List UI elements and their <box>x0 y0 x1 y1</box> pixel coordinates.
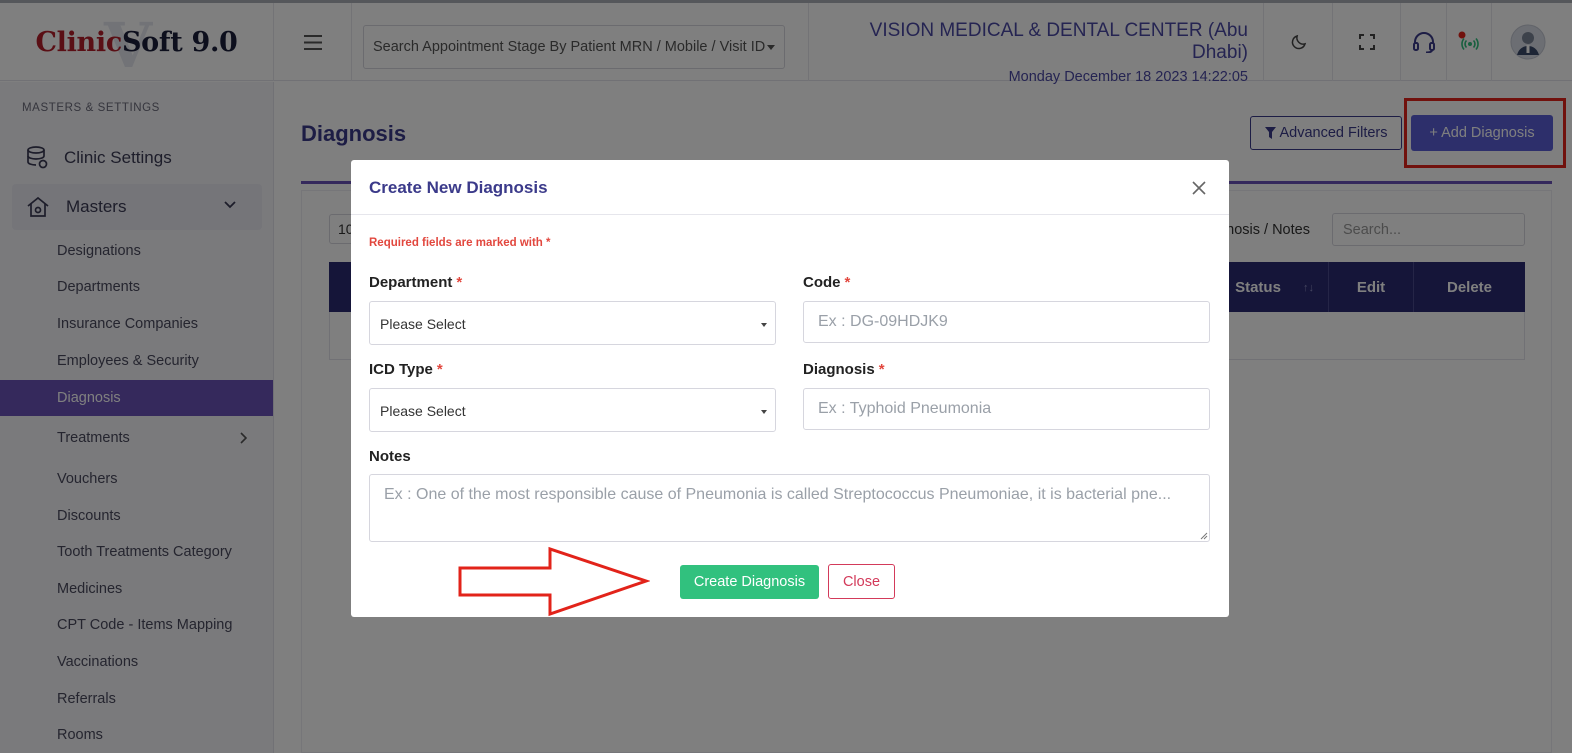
icd-type-label: ICD Type * <box>369 361 443 378</box>
required-star: * <box>844 274 851 291</box>
notes-placeholder: Ex : One of the most responsible cause o… <box>384 486 1172 503</box>
required-star: * <box>436 361 443 378</box>
department-select[interactable]: Please Select <box>369 301 776 345</box>
create-diagnosis-modal: Create New Diagnosis Required fields are… <box>351 160 1229 617</box>
notes-textarea[interactable]: Ex : One of the most responsible cause o… <box>369 474 1210 542</box>
diagnosis-label: Diagnosis * <box>803 361 885 378</box>
caret-down-icon <box>761 323 767 327</box>
modal-divider <box>351 214 1229 215</box>
annotation-arrow <box>458 546 650 617</box>
icd-type-select[interactable]: Please Select <box>369 388 776 432</box>
caret-down-icon <box>761 410 767 414</box>
resize-grip-icon[interactable] <box>1200 532 1208 540</box>
code-input[interactable]: Ex : DG-09HDJK9 <box>803 301 1210 343</box>
create-diagnosis-button[interactable]: Create Diagnosis <box>680 565 819 599</box>
required-star: * <box>456 274 463 291</box>
required-star: * <box>878 361 885 378</box>
code-label: Code * <box>803 274 851 291</box>
diagnosis-input[interactable]: Ex : Typhoid Pneumonia <box>803 388 1210 430</box>
close-icon[interactable] <box>1191 180 1207 196</box>
notes-label: Notes <box>369 448 411 465</box>
modal-title: Create New Diagnosis <box>369 178 548 197</box>
close-button[interactable]: Close <box>828 564 895 599</box>
department-label: Department * <box>369 274 463 291</box>
required-fields-note: Required fields are marked with * <box>369 237 551 249</box>
top-border <box>0 0 1572 3</box>
